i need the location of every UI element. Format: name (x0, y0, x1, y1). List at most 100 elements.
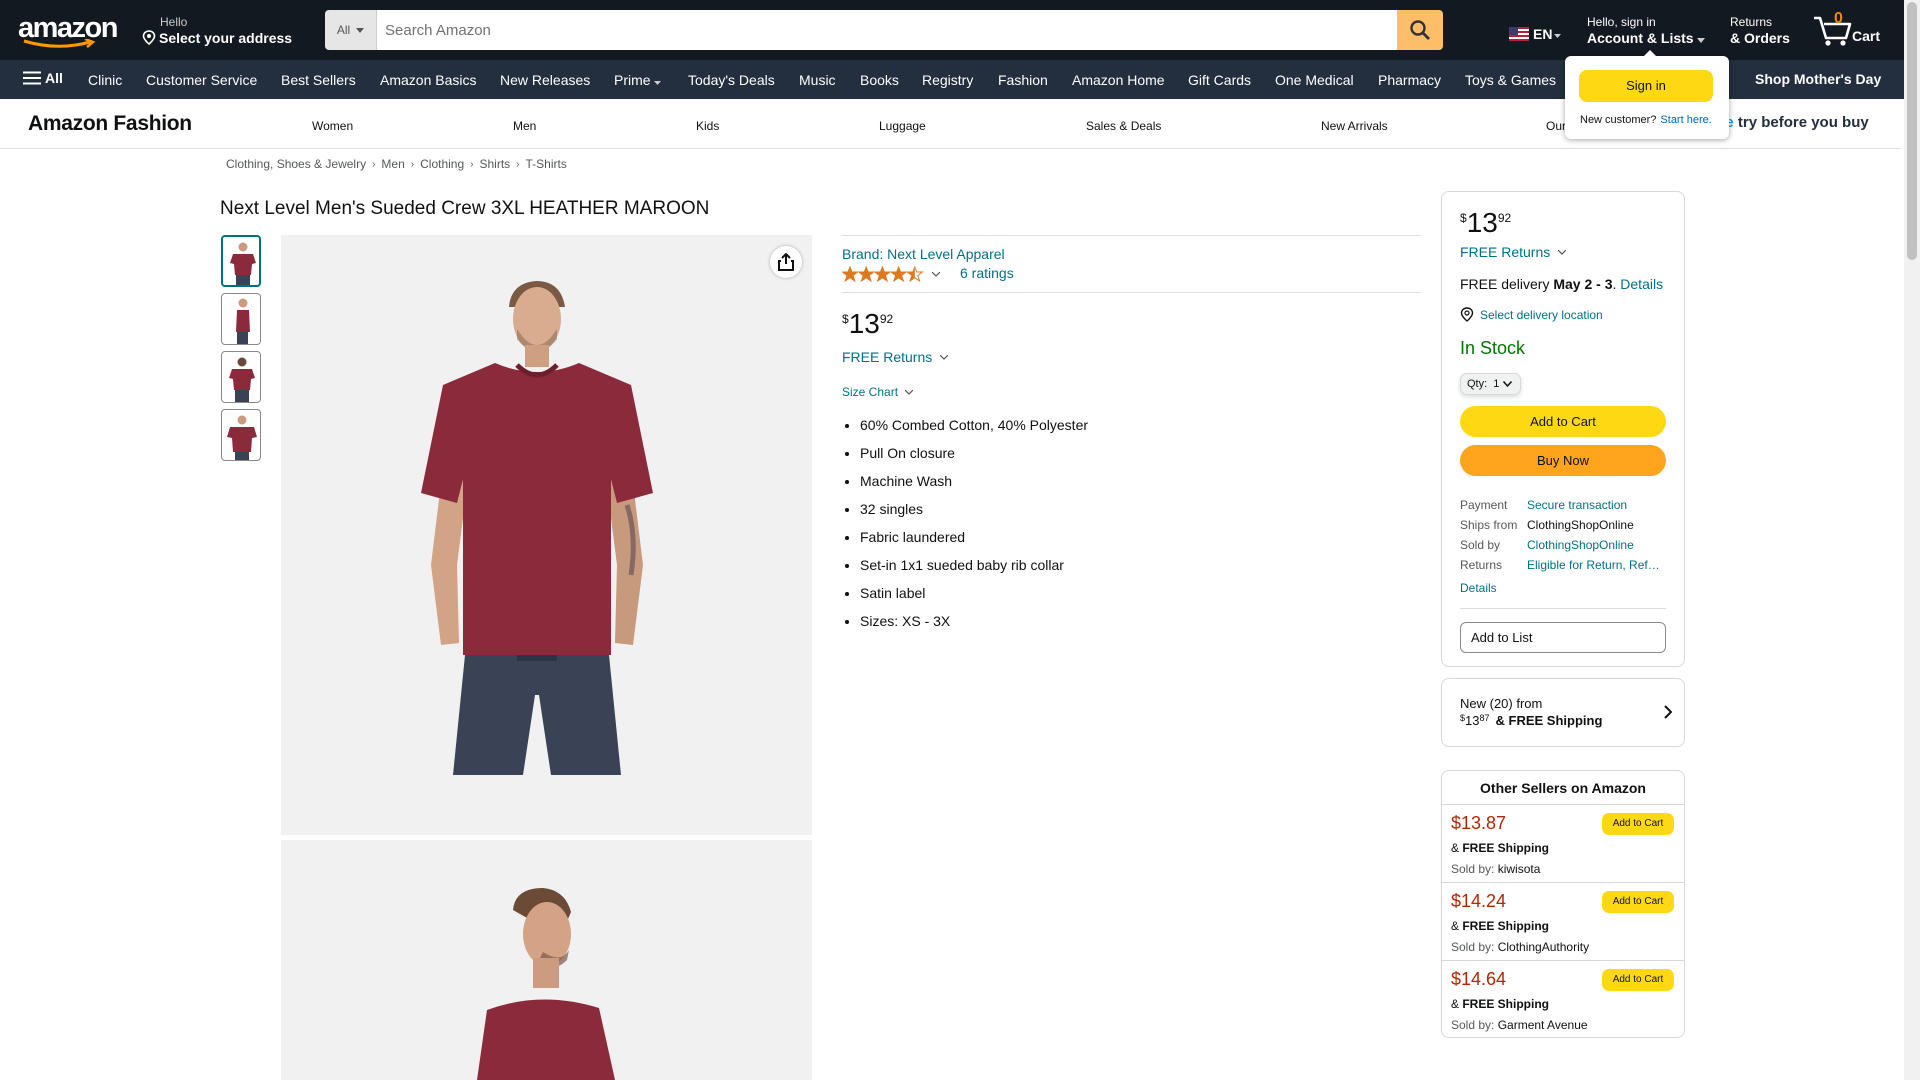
select-delivery-location[interactable]: Select delivery location (1460, 307, 1603, 322)
star-rating[interactable] (842, 266, 940, 282)
chevron-down-icon (1557, 249, 1567, 255)
detail-key: Ships from (1460, 518, 1518, 532)
offer-add-to-cart-button[interactable]: Add to Cart (1602, 891, 1674, 913)
model-wearing-shirt-image (281, 235, 812, 835)
nav-pharmacy[interactable]: Pharmacy (1378, 72, 1441, 88)
offer-add-to-cart-button[interactable]: Add to Cart (1602, 969, 1674, 991)
cart-button[interactable]: 0 Cart (1812, 8, 1902, 52)
chevron-down-icon (939, 354, 949, 360)
new-offers-price: $13 87 & FREE Shipping (1460, 713, 1602, 728)
breadcrumb-item[interactable]: Clothing, Shoes & Jewelry (226, 157, 366, 171)
nav-new-releases[interactable]: New Releases (500, 72, 590, 88)
scrollbar-thumb[interactable] (1907, 2, 1917, 260)
language-selector[interactable]: EN (1509, 26, 1562, 42)
fashion-tab-kids[interactable]: Kids (696, 119, 719, 133)
nav-one-medical[interactable]: One Medical (1275, 72, 1354, 88)
delivery-details-link[interactable]: Details (1620, 276, 1663, 292)
price-fraction: 87 (1479, 713, 1490, 723)
divider (842, 235, 1420, 236)
prime-try-before-you-buy-banner[interactable]: me try before you buy (1712, 114, 1869, 131)
nav-toys-games[interactable]: Toys & Games (1465, 72, 1556, 88)
nav-clinic[interactable]: Clinic (88, 72, 122, 88)
brand-link[interactable]: Brand: Next Level Apparel (842, 246, 1005, 262)
nav-gift-cards[interactable]: Gift Cards (1188, 72, 1251, 88)
buybox-free-returns-link[interactable]: FREE Returns (1460, 244, 1567, 260)
add-to-list-button[interactable]: Add to List (1460, 622, 1666, 653)
main-product-image[interactable] (281, 235, 812, 835)
thumbnail-2[interactable] (221, 293, 261, 345)
free-returns-link[interactable]: FREE Returns (842, 349, 949, 365)
start-here-link[interactable]: Start here. (1660, 114, 1711, 126)
qty-value: 1 (1493, 378, 1500, 390)
offer-add-to-cart-button[interactable]: Add to Cart (1602, 813, 1674, 835)
search-input[interactable] (377, 10, 1397, 50)
orders-label: & Orders (1730, 30, 1790, 46)
returns-and-orders[interactable]: Returns & Orders (1730, 15, 1790, 47)
rating-stars-icon (842, 266, 924, 282)
nav-customer-service[interactable]: Customer Service (146, 72, 257, 88)
fashion-tab-men[interactable]: Men (513, 119, 536, 133)
detail-key: Payment (1460, 498, 1508, 512)
share-button[interactable] (770, 246, 802, 278)
language-label: EN (1533, 26, 1553, 42)
ratings-count-link[interactable]: 6 ratings (960, 265, 1014, 281)
nav-prime[interactable]: Prime (614, 72, 662, 88)
fashion-tab-our-brands[interactable]: Our (1546, 119, 1566, 133)
nav-amazon-basics[interactable]: Amazon Basics (380, 72, 476, 88)
thumbnail-4[interactable] (221, 409, 261, 461)
product-title: Next Level Men's Sueded Crew 3XL HEATHER… (220, 198, 710, 219)
all-menu-button[interactable]: All (23, 70, 63, 86)
cart-label: Cart (1852, 28, 1881, 44)
search-category-select[interactable]: All (325, 10, 377, 50)
thumbnail-3[interactable] (221, 351, 261, 403)
size-chart-link[interactable]: Size Chart (842, 385, 914, 399)
breadcrumb-item[interactable]: T-Shirts (526, 157, 567, 171)
page-scrollbar[interactable] (1904, 0, 1920, 1080)
caret-down-icon (1554, 33, 1562, 38)
fashion-tab-sales-deals[interactable]: Sales & Deals (1086, 119, 1161, 133)
seller-name: ClothingAuthority (1497, 940, 1590, 954)
search-button[interactable] (1397, 10, 1443, 50)
secondary-product-image[interactable] (281, 840, 812, 1080)
nav-amazon-home[interactable]: Amazon Home (1072, 72, 1165, 88)
fashion-tab-women[interactable]: Women (312, 119, 353, 133)
secure-transaction-link[interactable]: Secure transaction (1527, 495, 1665, 515)
free-shipping-label: FREE Shipping (1462, 919, 1550, 933)
details-link[interactable]: Details (1460, 581, 1497, 595)
amazon-logo[interactable]: amazon (18, 14, 122, 48)
nav-best-sellers[interactable]: Best Sellers (281, 72, 356, 88)
price-whole: 13 (848, 308, 880, 339)
fashion-tab-new-arrivals[interactable]: New Arrivals (1321, 119, 1388, 133)
add-to-cart-button[interactable]: Add to Cart (1460, 406, 1666, 437)
sold-by-link[interactable]: ClothingShopOnline (1527, 535, 1665, 555)
amazon-fashion-logo[interactable]: Amazon Fashion (28, 112, 192, 136)
breadcrumb-item[interactable]: Shirts (479, 157, 510, 171)
caret-down-icon (356, 27, 365, 33)
account-and-lists[interactable]: Hello, sign in Account & Lists (1587, 15, 1706, 47)
breadcrumb-item[interactable]: Clothing (420, 157, 464, 171)
thumbnail-1[interactable] (221, 235, 261, 287)
price-symbol: $ (1460, 713, 1466, 723)
signin-button[interactable]: Sign in (1579, 70, 1713, 102)
shirt-detail-thumbnail-image (227, 415, 257, 460)
price-symbol: $ (842, 312, 849, 326)
buy-now-button[interactable]: Buy Now (1460, 445, 1666, 476)
nav-todays-deals[interactable]: Today's Deals (688, 72, 775, 88)
feature-bullet: Set-in 1x1 sueded baby rib collar (860, 551, 1088, 579)
caret-down-icon (1697, 38, 1706, 43)
shipping-prefix: & (1451, 841, 1463, 855)
nav-music[interactable]: Music (799, 72, 836, 88)
nav-mothers-day-promo[interactable]: Shop Mother's Day (1755, 71, 1881, 87)
nav-fashion[interactable]: Fashion (998, 72, 1048, 88)
breadcrumb-item[interactable]: Men (381, 157, 404, 171)
deliver-to-address[interactable]: Hello Select your address (142, 15, 292, 47)
search-icon (1410, 20, 1430, 40)
quantity-select[interactable]: Qty: 1 (1460, 373, 1521, 395)
nav-registry[interactable]: Registry (922, 72, 973, 88)
returns-policy-link[interactable]: Eligible for Return, Refund or Replaceme… (1527, 555, 1665, 575)
cart-icon (1814, 16, 1852, 46)
nav-books[interactable]: Books (860, 72, 899, 88)
new-offers-box[interactable]: New (20) from $13 87 & FREE Shipping (1441, 678, 1685, 747)
us-flag-icon (1509, 27, 1529, 41)
fashion-tab-luggage[interactable]: Luggage (879, 119, 926, 133)
